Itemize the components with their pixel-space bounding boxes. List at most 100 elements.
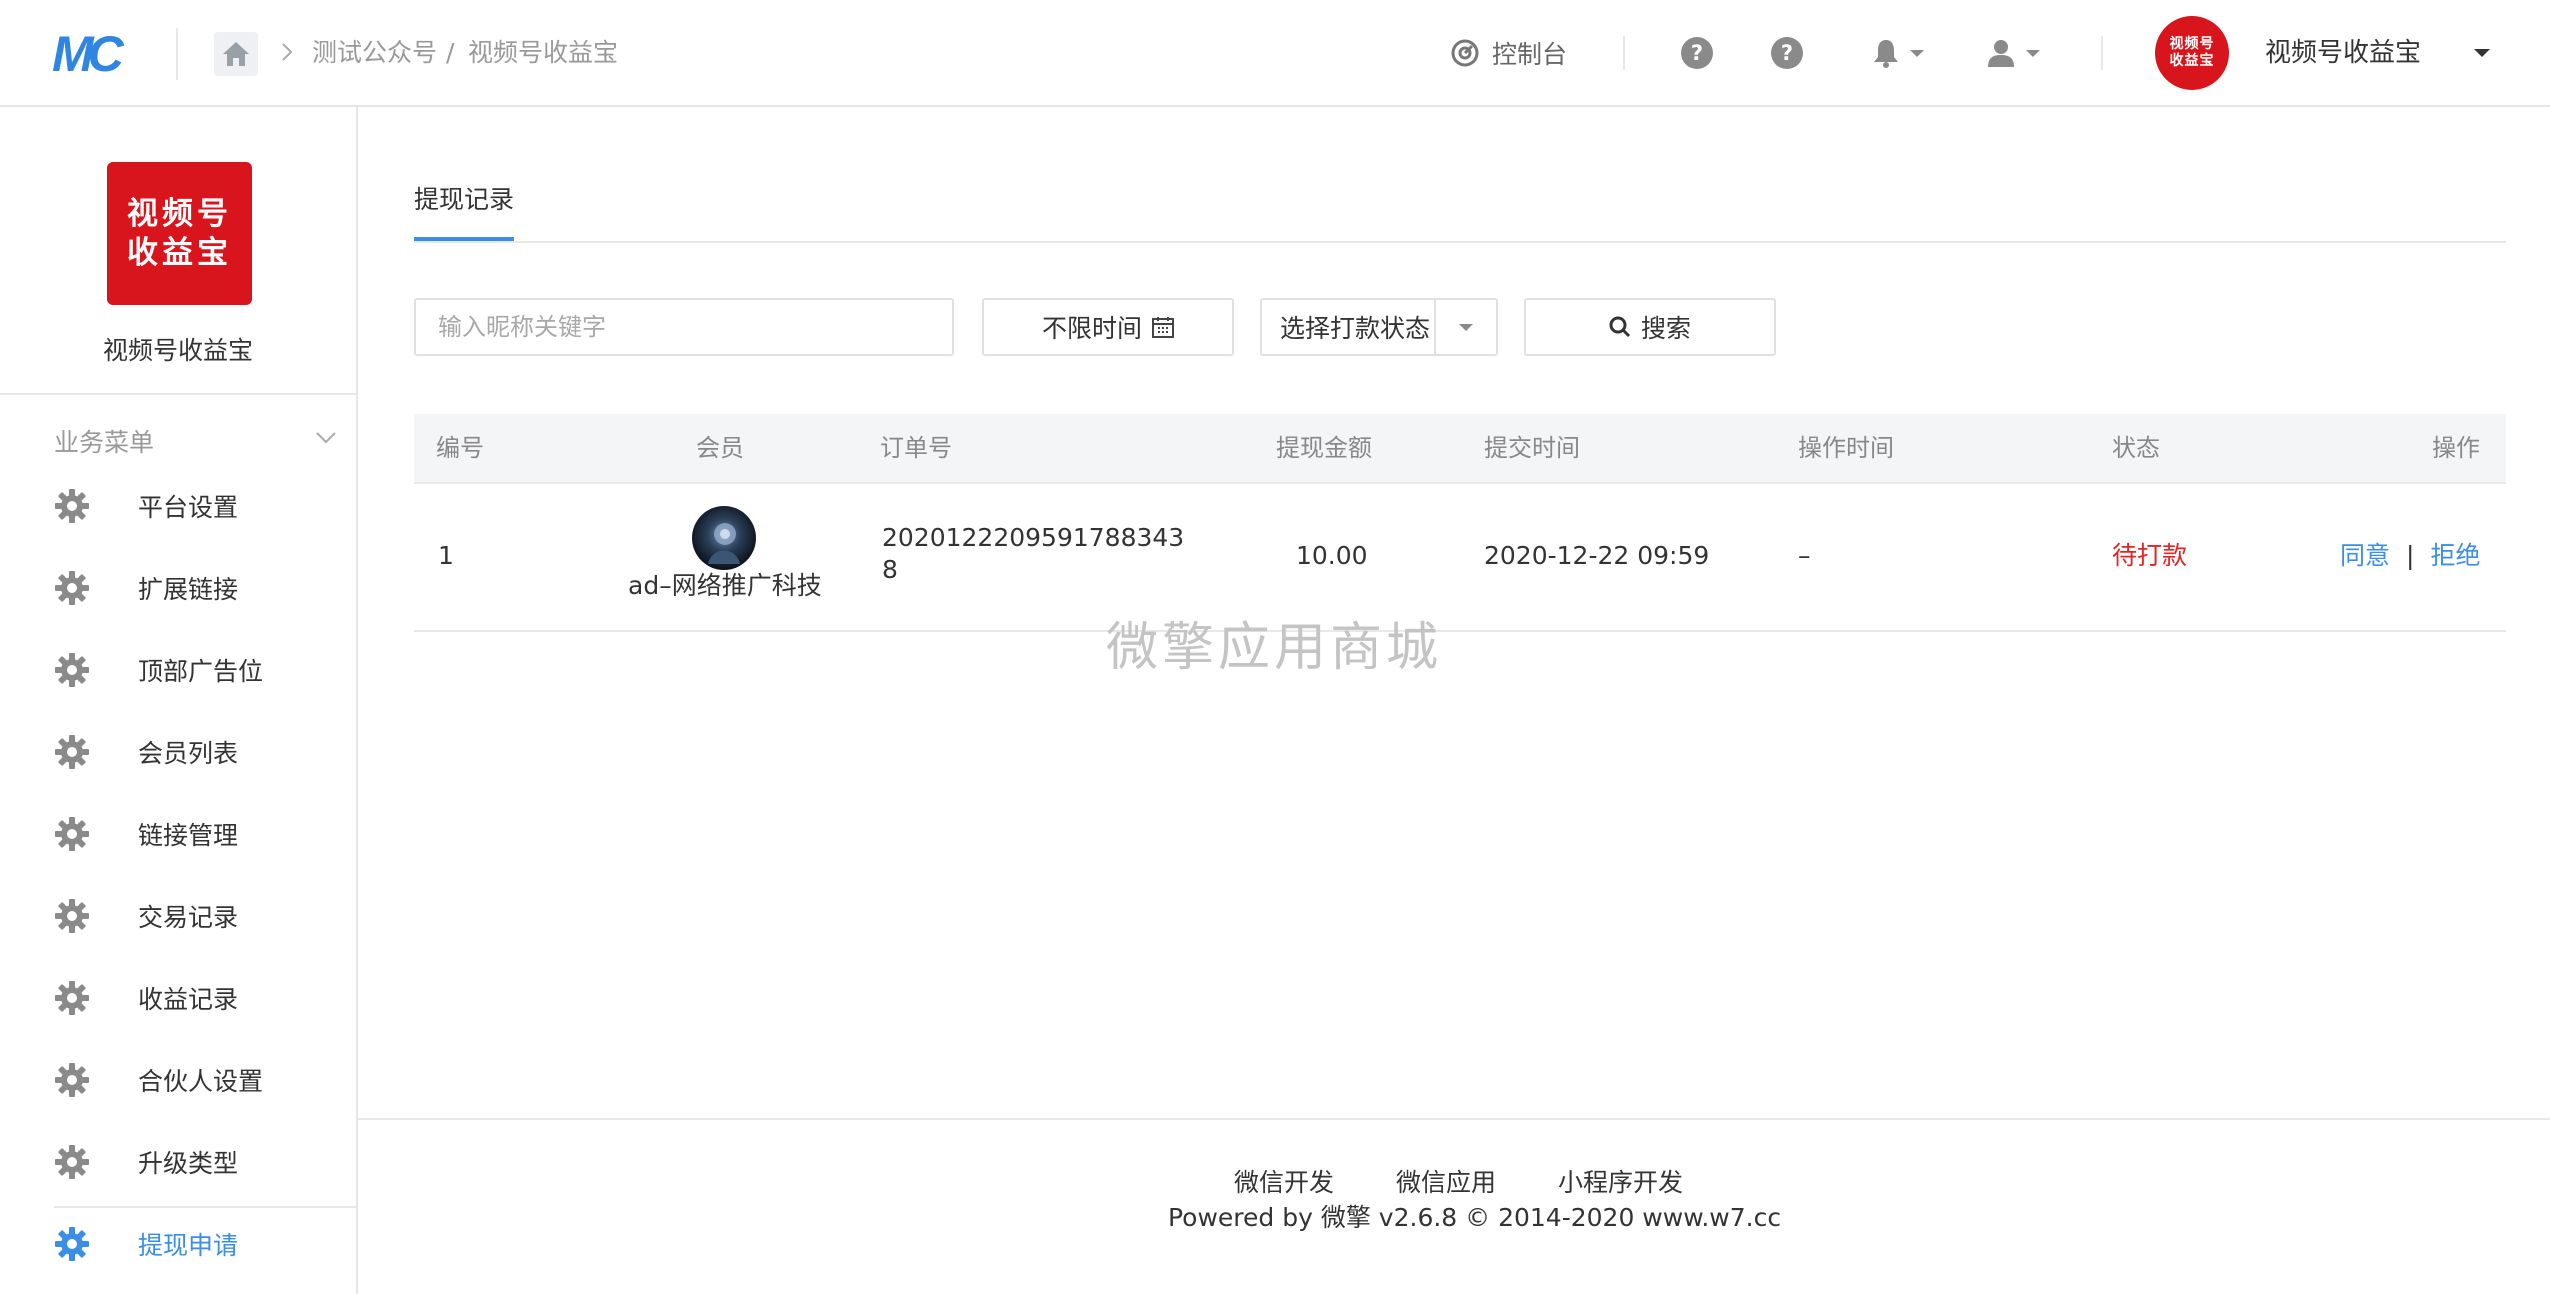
footer-link-wechat-apps[interactable]: 微信应用	[1396, 1163, 1496, 1199]
breadcrumb-separator: /	[446, 38, 455, 67]
submit-time: 2020-12-22 09:59	[1484, 541, 1710, 570]
sidebar-item-label: 收益记录	[138, 985, 239, 1014]
notifications-dropdown[interactable]	[1872, 33, 1924, 73]
operation-time: –	[1798, 541, 1811, 570]
account-dropdown-toggle[interactable]	[2464, 33, 2490, 73]
row-actions: 同意 | 拒绝	[2340, 540, 2480, 572]
time-range-picker[interactable]: 不限时间	[982, 298, 1234, 356]
app-name: 视频号收益宝	[102, 336, 253, 365]
home-icon	[223, 42, 249, 66]
agree-link[interactable]: 同意	[2340, 541, 2390, 570]
svg-text:MC: MC	[52, 28, 125, 78]
sidebar-item-earnings-records[interactable]: 收益记录	[54, 968, 356, 1028]
status-dropdown-toggle[interactable]	[1434, 300, 1496, 354]
avatar-image	[708, 523, 740, 564]
col-amount: 提现金额	[1276, 434, 1372, 462]
col-status: 状态	[2112, 434, 2160, 462]
account-avatar[interactable]: 视频号 收益宝	[2155, 16, 2229, 90]
gear-icon	[54, 980, 90, 1016]
caret-down-icon	[1459, 323, 1473, 331]
sidebar-item-transaction-records[interactable]: 交易记录	[54, 886, 356, 946]
gear-icon	[54, 734, 90, 770]
account-name[interactable]: 视频号收益宝	[2265, 33, 2421, 73]
nickname-search-input[interactable]	[414, 298, 954, 356]
breadcrumb-app[interactable]: 视频号收益宝	[468, 33, 618, 73]
col-order-no: 订单号	[880, 434, 952, 462]
logo-divider	[176, 28, 178, 80]
table-row: 1 ad–网络推广科技 2020122209591788343 8 10.00 …	[414, 484, 2506, 632]
copyright: Powered by 微擎 v2.6.8 © 2014-2020 www.w7.…	[1168, 1203, 1782, 1232]
sidebar-item-link-management[interactable]: 链接管理	[54, 804, 356, 864]
sidebar-item-label: 平台设置	[138, 493, 239, 522]
sidebar-item-partner-settings[interactable]: 合伙人设置	[54, 1050, 356, 1110]
sidebar-item-label: 链接管理	[138, 821, 239, 850]
footer-link-miniprogram-dev[interactable]: 小程序开发	[1558, 1163, 1683, 1199]
gear-icon	[54, 570, 90, 606]
withdraw-amount: 10.00	[1296, 541, 1368, 570]
user-dropdown[interactable]	[1986, 33, 2040, 73]
sidebar-item-upgrade-types[interactable]: 升级类型	[54, 1132, 356, 1192]
sidebar-item-label: 合伙人设置	[138, 1067, 264, 1096]
gear-icon	[54, 898, 90, 934]
sidebar-item-label: 顶部广告位	[138, 657, 264, 686]
gear-icon	[54, 652, 90, 688]
help-button-2[interactable]: ?	[1771, 33, 1803, 73]
member-name: ad–网络推广科技	[628, 571, 822, 600]
action-separator: |	[2406, 541, 2415, 570]
footer-link-wechat-dev[interactable]: 微信开发	[1234, 1163, 1334, 1199]
console-label: 控制台	[1492, 40, 1568, 69]
gear-icon	[54, 488, 90, 524]
tab-withdraw-records[interactable]: 提现记录	[414, 180, 514, 220]
payment-status-select[interactable]: 选择打款状态	[1260, 298, 1498, 356]
we7-logo[interactable]: MC	[52, 28, 142, 78]
sidebar-item-label: 扩展链接	[138, 575, 239, 604]
app-logo: 视频号 收益宝	[107, 162, 252, 305]
col-member: 会员	[696, 434, 744, 462]
sidebar-item-label: 升级类型	[138, 1149, 239, 1178]
help-icon: ?	[1681, 37, 1713, 69]
sidebar-item-label: 会员列表	[138, 739, 239, 768]
caret-down-icon	[2474, 49, 2490, 57]
sidebar-item-top-ad-slot[interactable]: 顶部广告位	[54, 640, 356, 700]
order-no-line2: 8	[882, 555, 898, 584]
reject-link[interactable]: 拒绝	[2430, 541, 2480, 570]
home-button[interactable]	[214, 32, 258, 76]
top-navbar: MC 测试公众号 / 视频号收益宝 控制台 ? ? 视频号 收益宝 视频号收益宝	[0, 0, 2550, 107]
search-icon	[1609, 316, 1631, 338]
user-icon	[1988, 40, 2014, 67]
col-actions: 操作	[2432, 434, 2480, 462]
member-avatar	[692, 506, 756, 570]
help-button[interactable]: ?	[1681, 33, 1713, 73]
dashboard-icon	[1451, 39, 1479, 67]
watermark: 微擎应用商城	[1106, 618, 1443, 678]
footer-links: 微信开发 微信应用 小程序开发	[1234, 1163, 1745, 1199]
sidebar-item-withdraw-requests[interactable]: 提现申请	[54, 1206, 356, 1274]
sidebar-item-member-list[interactable]: 会员列表	[54, 722, 356, 782]
col-id: 编号	[436, 434, 484, 462]
chevron-down-icon[interactable]	[314, 425, 338, 449]
payment-status-label: 选择打款状态	[1280, 314, 1431, 343]
footer-divider	[358, 1118, 2550, 1120]
gear-icon	[54, 816, 90, 852]
chevron-down-icon	[1910, 49, 1924, 57]
search-button[interactable]: 搜索	[1524, 298, 1776, 356]
question-icon: ?	[1771, 37, 1803, 69]
tab-divider	[414, 241, 2506, 243]
status-badge: 待打款	[2112, 541, 2188, 570]
row-id: 1	[438, 541, 454, 570]
sidebar: 视频号 收益宝 视频号收益宝 业务菜单 平台设置扩展链接顶部广告位会员列表链接管…	[0, 107, 358, 1294]
header-divider	[2101, 36, 2103, 70]
calendar-icon	[1152, 317, 1174, 338]
time-range-label: 不限时间	[1041, 314, 1142, 343]
sidebar-item-label: 提现申请	[138, 1231, 239, 1260]
console-link[interactable]: 控制台	[1450, 33, 1567, 73]
sidebar-item-extension-links[interactable]: 扩展链接	[54, 558, 356, 618]
table-header: 编号 会员 订单号 提现金额 提交时间 操作时间 状态 操作	[414, 414, 2506, 484]
sidebar-item-label: 交易记录	[138, 903, 239, 932]
menu-section-title[interactable]: 业务菜单	[54, 423, 154, 459]
header-divider	[1623, 36, 1625, 70]
sidebar-item-platform-settings[interactable]: 平台设置	[54, 476, 356, 536]
bell-icon	[1874, 40, 1898, 68]
breadcrumb-account[interactable]: 测试公众号	[312, 33, 437, 73]
gear-icon	[54, 1144, 90, 1180]
